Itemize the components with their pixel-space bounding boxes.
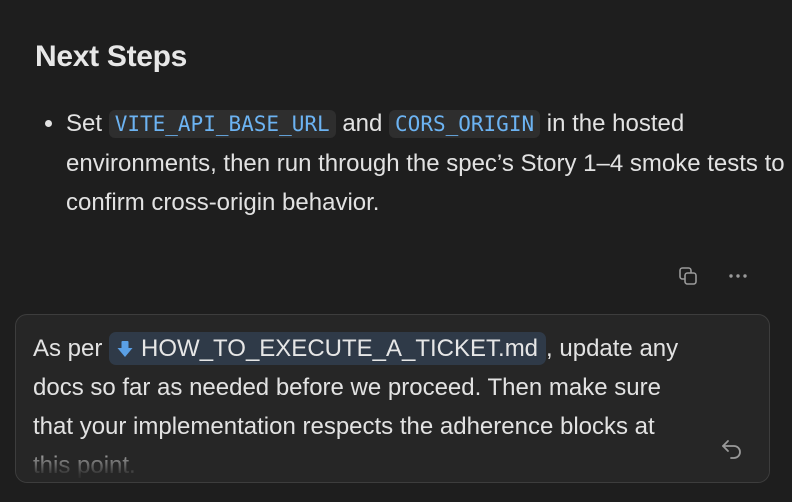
file-reference-chip[interactable]: HOW_TO_EXECUTE_A_TICKET.md	[109, 332, 547, 365]
assistant-message: Next Steps Set VITE_API_BASE_URL and COR…	[0, 0, 792, 300]
undo-icon	[722, 440, 741, 459]
inline-code-cors-origin: CORS_ORIGIN	[389, 110, 541, 138]
message-toolbar	[674, 262, 752, 290]
arrow-down-icon	[117, 341, 133, 357]
copy-button[interactable]	[674, 262, 702, 290]
next-steps-list: Set VITE_API_BASE_URL and CORS_ORIGIN in…	[44, 104, 786, 222]
composer-input[interactable]: As per HOW_TO_EXECUTE_A_TICKET.md, updat…	[33, 329, 683, 482]
section-heading: Next Steps	[35, 40, 188, 73]
copy-icon	[679, 267, 697, 285]
step-text-prefix: Set	[66, 110, 103, 137]
composer-text-before: As per	[33, 335, 103, 362]
message-composer[interactable]: As per HOW_TO_EXECUTE_A_TICKET.md, updat…	[15, 314, 770, 483]
step-text-middle: and	[342, 110, 383, 137]
undo-button[interactable]	[717, 434, 747, 464]
more-options-button[interactable]	[724, 262, 752, 290]
inline-code-vite-api-base-url: VITE_API_BASE_URL	[108, 110, 336, 138]
file-chip-label: HOW_TO_EXECUTE_A_TICKET.md	[141, 335, 539, 362]
list-item: Set VITE_API_BASE_URL and CORS_ORIGIN in…	[66, 104, 786, 222]
more-options-icon	[729, 274, 747, 278]
